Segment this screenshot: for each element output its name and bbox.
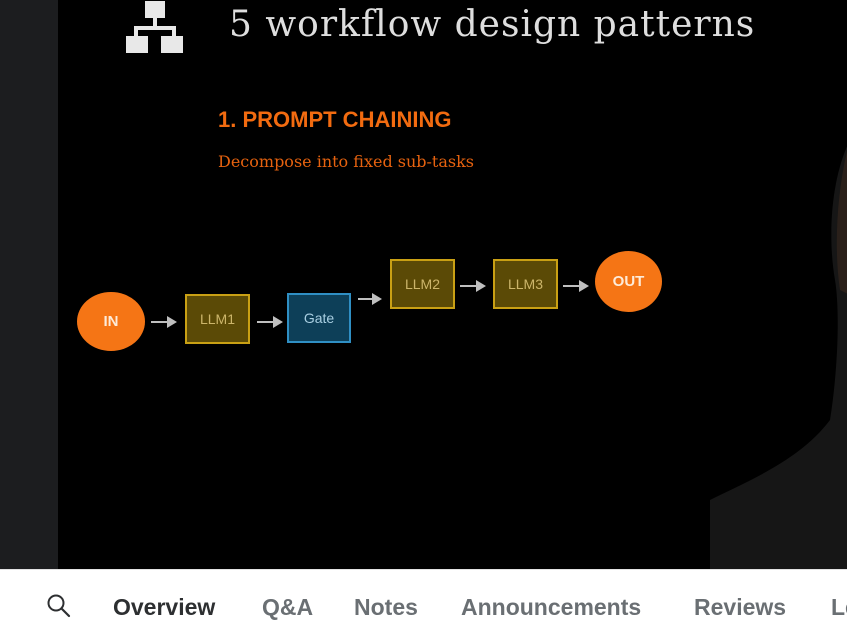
section-subheading: Decompose into fixed sub-tasks xyxy=(218,152,475,171)
flow-node-gate: Gate xyxy=(287,293,351,343)
lecture-slide: 5 workflow design patterns 1. PROMPT CHA… xyxy=(58,0,847,569)
section-heading: 1. PROMPT CHAINING xyxy=(218,107,452,132)
flow-arrow xyxy=(563,280,589,292)
left-gutter xyxy=(0,0,58,569)
flow-arrow xyxy=(151,316,177,328)
tab-qa[interactable]: Q&A xyxy=(262,594,313,621)
course-tabs-bar: Overview Q&A Notes Announcements Reviews… xyxy=(0,569,847,631)
hierarchy-icon xyxy=(126,1,183,53)
flow-node-llm3: LLM3 xyxy=(493,259,558,309)
flow-arrow xyxy=(257,316,283,328)
flow-node-llm2: LLM2 xyxy=(390,259,455,309)
flow-node-llm1: LLM1 xyxy=(185,294,250,344)
tab-announcements[interactable]: Announcements xyxy=(461,594,641,621)
flow-arrow xyxy=(358,293,382,305)
flow-node-in: IN xyxy=(77,292,145,351)
video-player[interactable]: 5 workflow design patterns 1. PROMPT CHA… xyxy=(0,0,847,569)
tab-reviews[interactable]: Reviews xyxy=(694,594,786,621)
presenter-image xyxy=(710,146,847,569)
tab-overview[interactable]: Overview xyxy=(113,594,215,621)
search-icon[interactable] xyxy=(46,593,72,619)
flow-arrow xyxy=(460,280,486,292)
flow-node-out: OUT xyxy=(595,251,662,312)
tab-notes[interactable]: Notes xyxy=(354,594,418,621)
tab-learning-tools[interactable]: Le xyxy=(831,594,847,621)
slide-title: 5 workflow design patterns xyxy=(229,4,756,45)
